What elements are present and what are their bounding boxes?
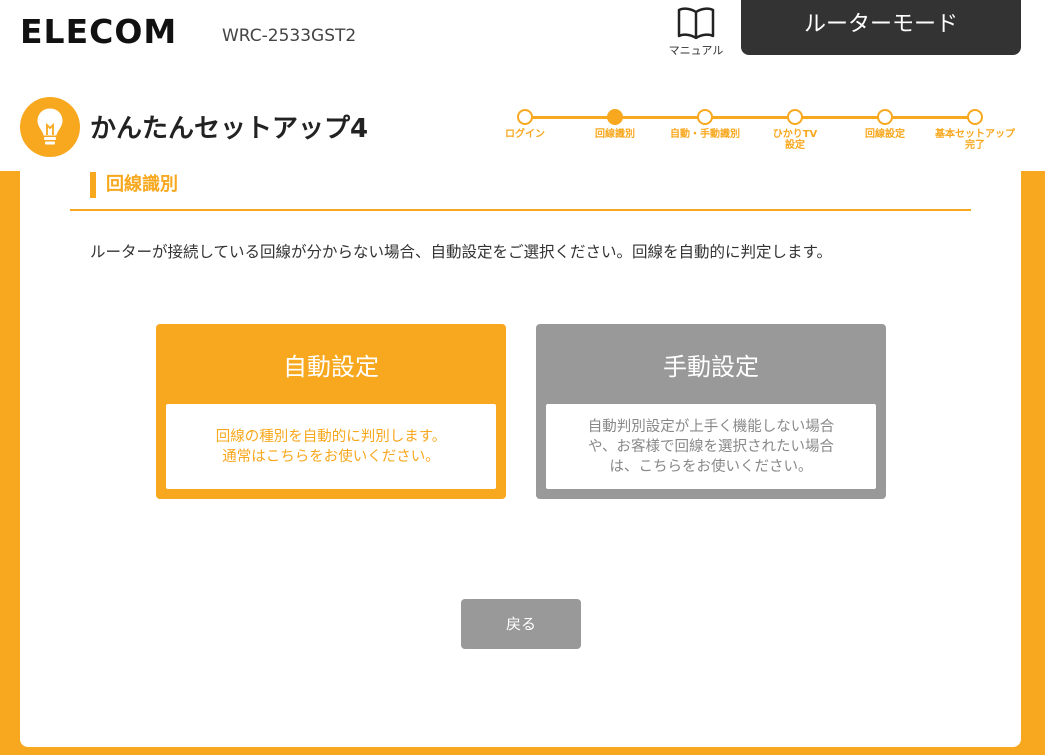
step-auto-manual: 自動・手動識別 [660,109,750,140]
book-icon [677,7,715,40]
back-button[interactable]: 戻る [461,599,581,649]
manual-setting-card[interactable]: 手動設定 自動判別設定が上手く機能しない場合 や、お客様で回線を選択されたい場合… [536,324,886,499]
step-login: ログイン [480,109,570,140]
page-title: かんたんセットアップ4 [90,114,369,144]
auto-setting-description: 回線の種別を自動的に判別します。 通常はこちらをお使いください。 [166,404,496,489]
section-divider [70,209,971,211]
step-complete: 基本セットアップ 完了 [930,109,1020,151]
step-dot [517,109,533,125]
step-dot [697,109,713,125]
model-name: WRC-2533GST2 [222,26,357,46]
step-dot [967,109,983,125]
step-dot [787,109,803,125]
auto-setting-card[interactable]: 自動設定 回線の種別を自動的に判別します。 通常はこちらをお使いください。 [156,324,506,499]
step-label: 回線設定 [865,129,905,140]
progress-stepper: ログイン 回線識別 自動・手動識別 ひかりTV 設定 回線設定 基本セットアップ… [480,104,1040,164]
step-line-settings: 回線設定 [840,109,930,140]
setup-badge [20,97,80,157]
step-dot-current [607,109,623,125]
step-label: 自動・手動識別 [670,129,740,140]
manual-setting-title: 手動設定 [663,353,759,381]
step-label: 回線識別 [595,129,635,140]
step-label: ログイン [505,129,545,140]
step-dot [877,109,893,125]
section-title: 回線識別 [90,172,178,198]
step-line-identify: 回線識別 [570,109,660,140]
section-description: ルーターが接続している回線が分からない場合、自動設定をご選択ください。回線を自動… [90,243,832,261]
elecom-logo: ELECOM [20,12,178,51]
lightbulb-icon [37,108,63,145]
step-label: ひかりTV 設定 [772,129,818,151]
manual-link[interactable]: マニュアル [664,4,728,58]
router-mode-button[interactable]: ルーターモード [741,0,1021,55]
auto-setting-title: 自動設定 [283,353,379,381]
step-label: 基本セットアップ 完了 [935,129,1015,151]
manual-label: マニュアル [668,44,724,57]
step-hikari-tv: ひかりTV 設定 [750,109,840,151]
manual-setting-description: 自動判別設定が上手く機能しない場合 や、お客様で回線を選択されたい場合 は、こち… [546,404,876,489]
